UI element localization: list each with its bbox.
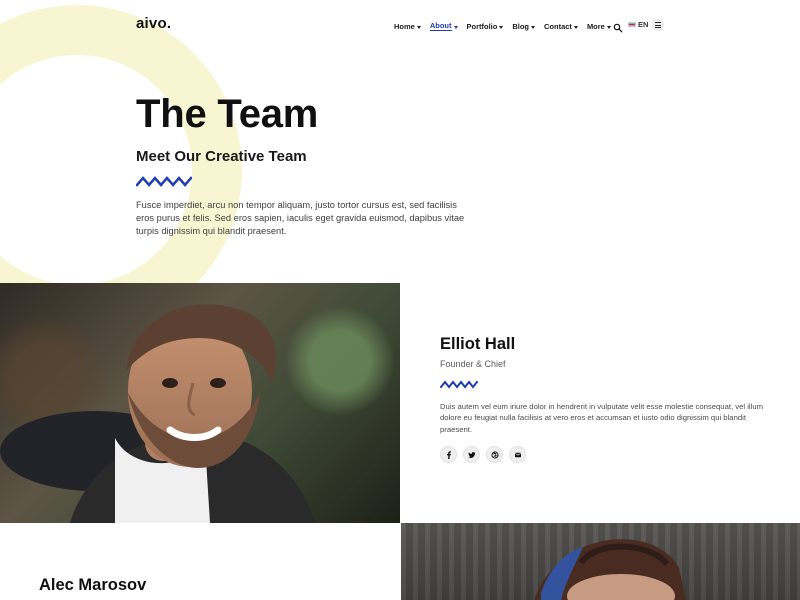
member-card-elliot-hall: Elliot Hall Founder & Chief Duis autem v…	[440, 335, 770, 464]
page-subtitle: Meet Our Creative Team	[136, 148, 307, 165]
nav-item-about[interactable]: About	[429, 19, 458, 33]
member-card-alec-marosov: Alec Marosov	[39, 576, 339, 595]
nav-label-home: Home	[394, 21, 415, 31]
chevron-down-icon	[453, 25, 458, 29]
nav-label-contact: Contact	[544, 21, 572, 31]
chevron-down-icon	[499, 25, 504, 29]
portrait-illustration	[401, 523, 800, 600]
chevron-down-icon	[531, 25, 536, 29]
chevron-down-icon	[573, 25, 578, 29]
member-role: Founder & Chief	[440, 358, 506, 369]
nav-item-blog[interactable]: Blog	[512, 19, 536, 33]
facebook-link[interactable]	[440, 446, 457, 464]
menu-icon	[655, 22, 661, 28]
chevron-down-icon	[416, 25, 421, 29]
search-icon	[613, 23, 623, 33]
email-icon	[514, 452, 521, 457]
zigzag-divider-icon	[440, 380, 478, 389]
nav-item-more[interactable]: More	[587, 19, 611, 33]
site-header: aivo. Home About Portfolio Blog Contact	[0, 0, 800, 52]
menu-button[interactable]	[652, 19, 664, 31]
nav-label-blog: Blog	[512, 21, 530, 31]
hero-description: Fusce imperdiet, arcu non tempor aliquam…	[136, 200, 465, 236]
nav-label-about: About	[429, 21, 452, 31]
elliot-hall-photo	[0, 283, 400, 523]
chevron-down-icon	[606, 25, 611, 29]
uk-flag-icon	[628, 22, 636, 27]
team-hero: The Team Meet Our Creative Team Fusce im…	[136, 92, 496, 238]
social-links	[440, 446, 770, 464]
nav-label-portfolio: Portfolio	[466, 21, 498, 31]
nav-item-portfolio[interactable]: Portfolio	[467, 19, 504, 33]
alec-marosov-photo	[401, 523, 800, 600]
zigzag-divider-icon	[136, 176, 192, 187]
main-navigation: Home About Portfolio Blog Contact More	[394, 19, 620, 33]
facebook-icon	[446, 451, 451, 459]
search-button[interactable]	[613, 20, 623, 33]
twitter-link[interactable]	[463, 446, 480, 464]
site-logo[interactable]: aivo.	[136, 15, 171, 32]
twitter-icon	[467, 451, 476, 458]
member-name: Elliot Hall	[440, 335, 516, 353]
member-bio: Duis autem vel eum iriure dolor in hendr…	[440, 401, 764, 434]
member-name: Alec Marosov	[39, 576, 147, 594]
email-link[interactable]	[509, 446, 526, 464]
page-title: The Team	[136, 92, 319, 136]
portrait-illustration	[0, 304, 315, 523]
nav-item-home[interactable]: Home	[394, 19, 421, 33]
nav-label-more: More	[586, 21, 605, 31]
team-page: aivo. Home About Portfolio Blog Contact	[0, 0, 800, 600]
nav-item-contact[interactable]: Contact	[544, 19, 578, 33]
dribbble-icon	[490, 451, 499, 459]
language-label: EN	[638, 20, 649, 29]
dribbble-link[interactable]	[486, 446, 503, 464]
language-selector[interactable]: EN	[628, 20, 648, 29]
